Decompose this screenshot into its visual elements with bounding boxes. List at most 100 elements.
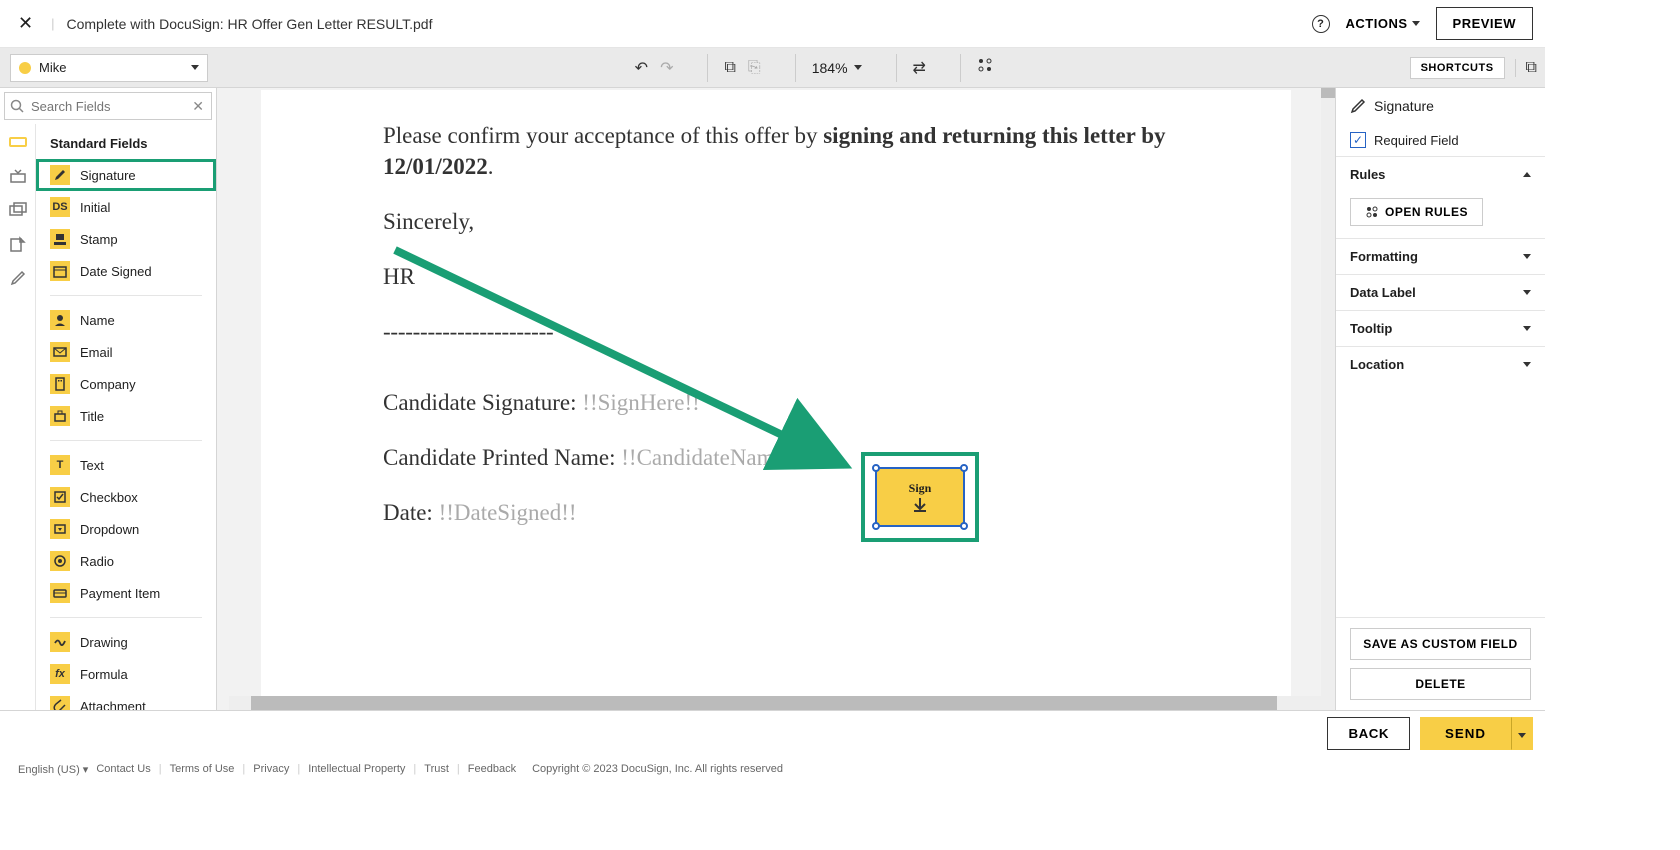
- vertical-scrollbar[interactable]: [1321, 88, 1335, 710]
- search-icon: [10, 99, 24, 113]
- accordion-tooltip[interactable]: Tooltip: [1336, 311, 1545, 346]
- chevron-down-icon: [191, 65, 199, 70]
- recipient-selector[interactable]: Mike: [10, 54, 208, 82]
- chevron-down-icon: [1523, 290, 1531, 295]
- language-selector[interactable]: English (US) ▾: [18, 763, 88, 776]
- briefcase-icon: [50, 406, 70, 426]
- copy-panel-icon[interactable]: ⧉: [1515, 59, 1537, 77]
- tab-merge-fields[interactable]: [8, 200, 28, 220]
- field-attachment[interactable]: Attachment: [36, 690, 216, 710]
- checkbox-icon: [50, 487, 70, 507]
- horizontal-scrollbar[interactable]: [229, 696, 1321, 710]
- redo-icon: ↷: [660, 58, 673, 78]
- sign-arrow-icon: [910, 496, 930, 514]
- field-formula[interactable]: fx Formula: [36, 658, 216, 690]
- accordion-formatting[interactable]: Formatting: [1336, 239, 1545, 274]
- open-rules-button[interactable]: OPEN RULES: [1350, 198, 1483, 226]
- field-list-header: Standard Fields: [36, 128, 216, 159]
- dropdown-icon: [50, 519, 70, 539]
- preview-button[interactable]: PREVIEW: [1436, 7, 1533, 40]
- chevron-down-icon: [1412, 21, 1420, 26]
- chevron-down-icon: [854, 65, 862, 70]
- send-dropdown[interactable]: [1511, 717, 1533, 750]
- field-name[interactable]: Name: [36, 304, 216, 336]
- calendar-icon: [50, 261, 70, 281]
- back-button[interactable]: BACK: [1327, 717, 1410, 750]
- person-icon: [50, 310, 70, 330]
- settings-icon[interactable]: [977, 57, 993, 78]
- shortcuts-button[interactable]: SHORTCUTS: [1410, 57, 1505, 79]
- property-title: Signature: [1336, 88, 1545, 124]
- accordion-data-label[interactable]: Data Label: [1336, 275, 1545, 310]
- tab-standard-fields[interactable]: [8, 132, 28, 152]
- required-checkbox[interactable]: ✓: [1350, 132, 1366, 148]
- field-text[interactable]: T Text: [36, 449, 216, 481]
- tab-edit[interactable]: [8, 268, 28, 288]
- email-icon: [50, 342, 70, 362]
- chevron-up-icon: [1523, 172, 1531, 177]
- field-stamp[interactable]: Stamp: [36, 223, 216, 255]
- fields-panel: ✕ Standard Fields Signature DS Initial: [0, 88, 217, 710]
- field-date-signed[interactable]: Date Signed: [36, 255, 216, 287]
- document-canvas[interactable]: Please confirm your acceptance of this o…: [217, 88, 1335, 710]
- chevron-down-icon: [1523, 362, 1531, 367]
- field-payment[interactable]: Payment Item: [36, 577, 216, 609]
- formula-icon: fx: [50, 664, 70, 684]
- sign-label: Sign: [909, 481, 932, 496]
- legal-footer: English (US) ▾ Contact Us| Terms of Use|…: [0, 756, 1545, 782]
- chevron-down-icon: [1523, 254, 1531, 259]
- accordion-rules[interactable]: Rules: [1336, 157, 1545, 192]
- search-input[interactable]: [4, 92, 212, 120]
- toolbar: Mike ↶ ↷ ⧉ ⎘ 184% ⇄ SHORTCUTS ⧉: [0, 48, 1545, 88]
- footer-terms[interactable]: Terms of Use: [170, 763, 235, 775]
- stamp-icon: [50, 229, 70, 249]
- footer-trust[interactable]: Trust: [424, 763, 449, 775]
- copy-icon[interactable]: ⧉: [724, 59, 735, 77]
- send-button[interactable]: SEND: [1420, 717, 1511, 750]
- undo-icon[interactable]: ↶: [635, 58, 648, 78]
- copyright: Copyright © 2023 DocuSign, Inc. All righ…: [532, 763, 783, 775]
- drawing-icon: [50, 632, 70, 652]
- field-initial[interactable]: DS Initial: [36, 191, 216, 223]
- save-custom-field-button[interactable]: SAVE AS CUSTOM FIELD: [1350, 628, 1531, 660]
- signature-icon: [50, 165, 70, 185]
- document-page: Please confirm your acceptance of this o…: [261, 90, 1291, 710]
- initial-icon: DS: [50, 197, 70, 217]
- footer-privacy[interactable]: Privacy: [253, 763, 289, 775]
- attachment-icon: [50, 696, 70, 710]
- field-signature[interactable]: Signature: [36, 159, 216, 191]
- paste-icon: ⎘: [748, 59, 761, 77]
- footer-feedback[interactable]: Feedback: [468, 763, 516, 775]
- field-list: Standard Fields Signature DS Initial Sta…: [36, 124, 216, 710]
- field-drawing[interactable]: Drawing: [36, 626, 216, 658]
- action-bar: BACK SEND: [0, 710, 1545, 756]
- help-icon[interactable]: ?: [1312, 15, 1330, 33]
- delete-button[interactable]: DELETE: [1350, 668, 1531, 700]
- field-category-tabs: [0, 124, 36, 710]
- assign-icon[interactable]: ⇄: [913, 58, 926, 78]
- footer-contact[interactable]: Contact Us: [96, 763, 150, 775]
- field-company[interactable]: Company: [36, 368, 216, 400]
- rules-icon: [1365, 205, 1379, 219]
- actions-dropdown[interactable]: ACTIONS: [1346, 16, 1420, 31]
- payment-icon: [50, 583, 70, 603]
- zoom-selector[interactable]: 184%: [812, 60, 862, 76]
- chevron-down-icon: [1523, 326, 1531, 331]
- signature-icon: [1350, 98, 1366, 114]
- tab-prefill[interactable]: [8, 234, 28, 254]
- accordion-location[interactable]: Location: [1336, 347, 1545, 382]
- field-dropdown[interactable]: Dropdown: [36, 513, 216, 545]
- field-radio[interactable]: Radio: [36, 545, 216, 577]
- tab-custom-fields[interactable]: [8, 166, 28, 186]
- signature-field-placed[interactable]: Sign: [861, 452, 979, 542]
- field-title[interactable]: Title: [36, 400, 216, 432]
- footer-ip[interactable]: Intellectual Property: [308, 763, 405, 775]
- clear-icon[interactable]: ✕: [192, 98, 204, 115]
- radio-icon: [50, 551, 70, 571]
- properties-panel: Signature ✓ Required Field Rules OPEN RU…: [1335, 88, 1545, 710]
- building-icon: [50, 374, 70, 394]
- field-email[interactable]: Email: [36, 336, 216, 368]
- app-header: ✕ | Complete with DocuSign: HR Offer Gen…: [0, 0, 1545, 48]
- field-checkbox[interactable]: Checkbox: [36, 481, 216, 513]
- close-icon[interactable]: ✕: [12, 13, 39, 34]
